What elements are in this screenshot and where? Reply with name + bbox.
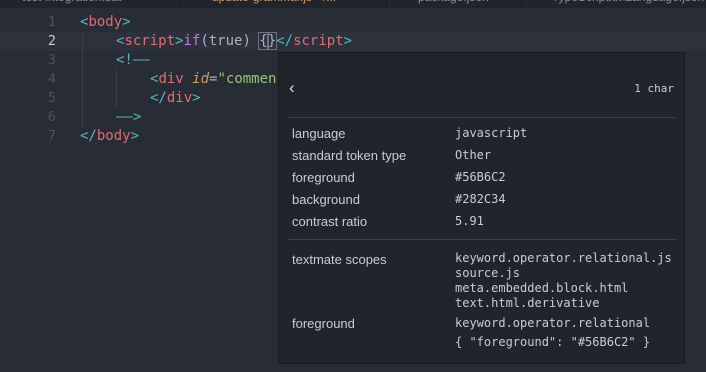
line-number: 7 xyxy=(47,128,56,144)
char-count: 1 char xyxy=(634,82,674,95)
tab-test-integration[interactable]: test-integration.bat xyxy=(22,0,121,8)
tab-separator xyxy=(521,0,522,8)
info-value-token-type: Other xyxy=(455,148,492,162)
line-number: 5 xyxy=(47,90,56,106)
code-line-3: <!—— xyxy=(116,52,150,68)
code-line-7: </body> xyxy=(80,128,140,144)
token-inspector-widget: ‹ 1 char language javascript standard to… xyxy=(278,52,685,364)
scope-item: keyword.operator.relational.js xyxy=(455,251,672,265)
tab-update-grammar[interactable]: update-grammar.js • /... xyxy=(212,0,336,8)
line-number-current: 2 xyxy=(47,33,56,49)
info-label-background: background xyxy=(292,192,360,207)
code-line-6: ——> xyxy=(116,109,142,125)
line-number: 4 xyxy=(47,71,56,87)
divider xyxy=(287,117,676,118)
code-line-4: <div id="commen xyxy=(150,71,277,87)
info-label-language: language xyxy=(292,126,346,141)
info-label-contrast: contrast ratio xyxy=(292,214,368,229)
info-label-token-type: standard token type xyxy=(292,148,407,163)
tab-separator xyxy=(386,0,387,8)
code-line-2: <script>if(true) {}</script> xyxy=(116,32,353,50)
code-line-1: <body> xyxy=(80,14,131,30)
info-label-foreground: foreground xyxy=(292,170,355,185)
info-label-scopes: textmate scopes xyxy=(292,252,387,267)
line-number: 3 xyxy=(47,52,56,68)
indent-guide xyxy=(116,70,117,108)
current-line-highlight xyxy=(0,32,706,51)
scope-item: source.js xyxy=(455,266,521,280)
foreground-rule-scope: keyword.operator.relational xyxy=(455,316,651,330)
line-number: 6 xyxy=(47,109,56,125)
indent-guide xyxy=(82,32,83,127)
scope-item: text.html.derivative xyxy=(455,296,600,310)
info-value-background: #282C34 xyxy=(455,192,506,206)
info-label-foreground-rule: foreground xyxy=(292,316,355,331)
back-chevron-icon[interactable]: ‹ xyxy=(289,79,295,97)
info-value-language: javascript xyxy=(455,126,528,140)
tab-typescript-tmlanguage[interactable]: TypeScript.tmLanguage.json xyxy=(552,0,704,8)
tab-separator xyxy=(180,0,181,8)
info-value-contrast: 5.91 xyxy=(455,214,484,228)
foreground-rule-value: { "foreground": "#56B6C2" } xyxy=(455,335,651,349)
tab-package-json[interactable]: package.json xyxy=(418,0,489,8)
divider xyxy=(287,239,676,240)
scope-item: meta.embedded.block.html xyxy=(455,281,629,295)
matched-bracket: { xyxy=(258,32,269,50)
code-line-5: </div> xyxy=(150,90,201,106)
info-value-foreground: #56B6C2 xyxy=(455,170,506,184)
line-number: 1 xyxy=(47,14,56,30)
matched-bracket: } xyxy=(266,32,278,50)
tab-bar: test-integration.bat update-grammar.js •… xyxy=(0,0,706,8)
